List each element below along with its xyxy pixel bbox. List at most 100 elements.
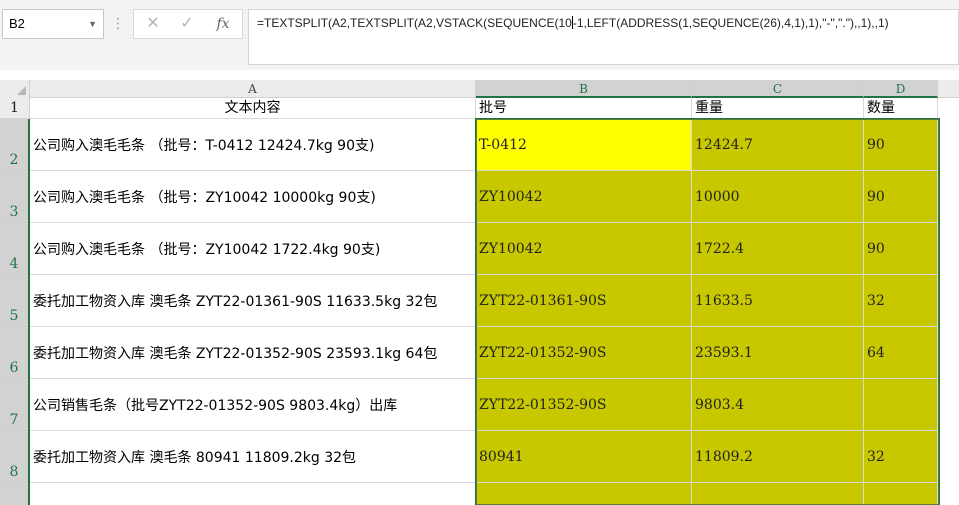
cancel-icon[interactable]: ✕	[138, 10, 168, 38]
cell-a1-text: 文本内容	[224, 100, 281, 116]
cell-b4[interactable]: ZY10042	[476, 223, 692, 275]
cell-c3[interactable]: 10000	[692, 171, 864, 223]
name-box-value: B2	[9, 16, 25, 31]
cell-a9[interactable]	[30, 483, 476, 505]
cell-c7[interactable]: 9803.4	[692, 379, 864, 431]
worksheet: A B C D 1 文本内容 批号 重量 数量 2 公司购入澳毛毛条 （批号：T…	[0, 70, 959, 505]
cell-d1-text: 数量	[867, 100, 895, 116]
cell-a5-text: 委托加工物资入库 澳毛条 ZYT22-01361-90S 11633.5kg 3…	[33, 293, 438, 310]
cell-d5[interactable]: 32	[864, 275, 938, 327]
row-header-2[interactable]: 2	[0, 119, 30, 171]
cell-d7[interactable]	[864, 379, 938, 431]
cell-b6-text: ZYT22-01352-90S	[479, 344, 607, 361]
cell-b1[interactable]: 批号	[476, 98, 692, 119]
cell-c6[interactable]: 23593.1	[692, 327, 864, 379]
cell-b7[interactable]: ZYT22-01352-90S	[476, 379, 692, 431]
column-header-c[interactable]: C	[692, 80, 864, 98]
name-box[interactable]: B2 ▼	[2, 9, 104, 39]
column-header-b[interactable]: B	[476, 80, 692, 98]
cell-d4[interactable]: 90	[864, 223, 938, 275]
cell-c9[interactable]	[692, 483, 864, 505]
formula-area: B2 ▼ ⋮ ✕ ✓ fx =TEXTSPLIT(A2,TEXTSPLIT(A2…	[0, 0, 959, 70]
row-number: 2	[9, 152, 19, 168]
cell-a7[interactable]: 公司销售毛条（批号ZYT22-01352-90S 9803.4kg）出库	[30, 379, 476, 431]
cell-d9[interactable]	[864, 483, 938, 505]
cell-b7-text: ZYT22-01352-90S	[479, 396, 607, 413]
cell-d2-text: 90	[867, 136, 885, 153]
cell-d3[interactable]: 90	[864, 171, 938, 223]
cell-b5[interactable]: ZYT22-01361-90S	[476, 275, 692, 327]
cell-c5[interactable]: 11633.5	[692, 275, 864, 327]
row-header-1[interactable]: 1	[0, 98, 30, 119]
cell-d1[interactable]: 数量	[864, 98, 938, 119]
cell-a7-text: 公司销售毛条（批号ZYT22-01352-90S 9803.4kg）出库	[33, 397, 398, 414]
row-number: 1	[10, 100, 19, 116]
cell-b5-text: ZYT22-01361-90S	[479, 292, 607, 309]
cell-b2[interactable]: T-0412	[476, 119, 692, 171]
cell-c7-text: 9803.4	[695, 396, 744, 413]
cell-a6-text: 委托加工物资入库 澳毛条 ZYT22-01352-90S 23593.1kg 6…	[33, 345, 438, 362]
cell-b4-text: ZY10042	[479, 240, 543, 257]
row-header-8[interactable]: 8	[0, 431, 30, 483]
column-header-a[interactable]: A	[30, 80, 476, 98]
cell-b8-text: 80941	[479, 448, 524, 465]
cell-c3-text: 10000	[695, 188, 740, 205]
formula-buttons: ✕ ✓ fx	[133, 9, 243, 39]
cell-a3[interactable]: 公司购入澳毛毛条 （批号：ZY10042 10000kg 90支)	[30, 171, 476, 223]
cell-d2[interactable]: 90	[864, 119, 938, 171]
cell-c4-text: 1722.4	[695, 240, 744, 257]
cell-d8[interactable]: 32	[864, 431, 938, 483]
enter-icon[interactable]: ✓	[172, 10, 202, 38]
cell-b1-text: 批号	[479, 100, 507, 116]
column-header-d[interactable]: D	[864, 80, 938, 98]
cell-d5-text: 32	[867, 292, 885, 309]
row-header-4[interactable]: 4	[0, 223, 30, 275]
cell-c4[interactable]: 1722.4	[692, 223, 864, 275]
cell-c8[interactable]: 11809.2	[692, 431, 864, 483]
cell-d4-text: 90	[867, 240, 885, 257]
cell-c5-text: 11633.5	[695, 292, 753, 309]
select-all-icon	[17, 86, 26, 95]
row-header-7[interactable]: 7	[0, 379, 30, 431]
select-all-corner[interactable]	[0, 80, 30, 98]
row-selection-indicator	[28, 119, 30, 505]
formula-input[interactable]: =TEXTSPLIT(A2,TEXTSPLIT(A2,VSTACK(SEQUEN…	[248, 9, 959, 65]
cell-b3[interactable]: ZY10042	[476, 171, 692, 223]
cell-b3-text: ZY10042	[479, 188, 543, 205]
cell-a1[interactable]: 文本内容	[30, 98, 476, 119]
cell-b8[interactable]: 80941	[476, 431, 692, 483]
cell-c1-text: 重量	[695, 100, 723, 116]
row-header-3[interactable]: 3	[0, 171, 30, 223]
cell-a8[interactable]: 委托加工物资入库 澳毛条 80941 11809.2kg 32包	[30, 431, 476, 483]
formula-text-after-cursor: -1,LEFT(ADDRESS(1,SEQUENCE(26),4,1),1),"…	[572, 16, 889, 30]
cell-a2[interactable]: 公司购入澳毛毛条 （批号：T-0412 12424.7kg 90支)	[30, 119, 476, 171]
cell-d3-text: 90	[867, 188, 885, 205]
row-number: 6	[9, 360, 19, 376]
cell-c1[interactable]: 重量	[692, 98, 864, 119]
row-number: 8	[9, 464, 19, 480]
cell-a6[interactable]: 委托加工物资入库 澳毛条 ZYT22-01352-90S 23593.1kg 6…	[30, 327, 476, 379]
cell-c2-text: 12424.7	[695, 136, 753, 153]
insert-function-icon[interactable]: fx	[208, 10, 238, 38]
row-header-9[interactable]	[0, 483, 30, 505]
more-vertical-icon: ⋮	[111, 15, 125, 31]
cell-a2-text: 公司购入澳毛毛条 （批号：T-0412 12424.7kg 90支)	[33, 137, 375, 154]
cell-a4-text: 公司购入澳毛毛条 （批号：ZY10042 1722.4kg 90支)	[33, 241, 381, 258]
cell-b9[interactable]	[476, 483, 692, 505]
row-number: 4	[9, 256, 19, 272]
cell-a3-text: 公司购入澳毛毛条 （批号：ZY10042 10000kg 90支)	[33, 189, 376, 206]
cell-c2[interactable]: 12424.7	[692, 119, 864, 171]
cell-d6[interactable]: 64	[864, 327, 938, 379]
chevron-down-icon[interactable]: ▼	[88, 10, 97, 38]
formula-text-before-cursor: =TEXTSPLIT(A2,TEXTSPLIT(A2,VSTACK(SEQUEN…	[257, 16, 572, 30]
cell-a4[interactable]: 公司购入澳毛毛条 （批号：ZY10042 1722.4kg 90支)	[30, 223, 476, 275]
cell-b2-text: T-0412	[479, 136, 527, 153]
row-header-5[interactable]: 5	[0, 275, 30, 327]
cell-d6-text: 64	[867, 344, 885, 361]
cell-c8-text: 11809.2	[695, 448, 753, 465]
cell-b6[interactable]: ZYT22-01352-90S	[476, 327, 692, 379]
cell-a5[interactable]: 委托加工物资入库 澳毛条 ZYT22-01361-90S 11633.5kg 3…	[30, 275, 476, 327]
row-number: 7	[9, 412, 19, 428]
row-header-6[interactable]: 6	[0, 327, 30, 379]
cell-c6-text: 23593.1	[695, 344, 753, 361]
